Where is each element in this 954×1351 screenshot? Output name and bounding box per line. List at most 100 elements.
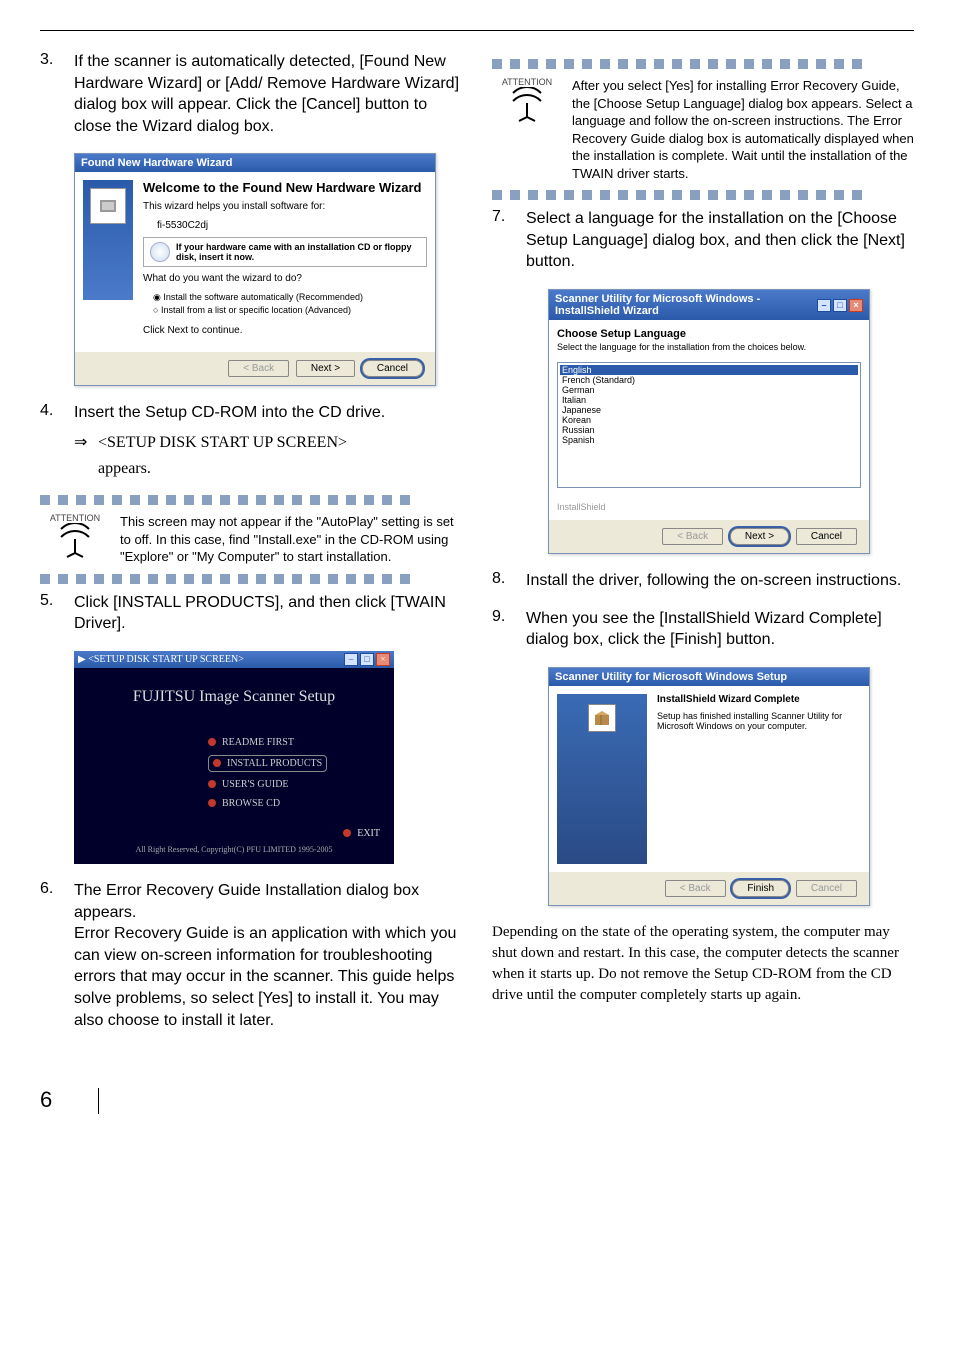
step-4: 4. Insert the Setup CD-ROM into the CD d… <box>40 402 462 479</box>
menu-browse-cd[interactable]: BROWSE CD <box>208 797 380 810</box>
lang-option[interactable]: English <box>560 365 858 375</box>
lang-option[interactable]: Spanish <box>560 435 858 445</box>
menu-users-guide[interactable]: USER'S GUIDE <box>208 778 380 791</box>
step-number: 3. <box>40 51 74 137</box>
close-icon[interactable]: × <box>849 299 863 312</box>
step4-sub1: <SETUP DISK START UP SCREEN> <box>98 432 347 454</box>
lang-option[interactable]: French (Standard) <box>560 375 858 385</box>
close-icon[interactable]: × <box>376 653 390 666</box>
top-rule <box>40 30 914 31</box>
radio-auto[interactable]: Install the software automatically (Reco… <box>153 292 427 303</box>
dialog-titlebar: Scanner Utility for Microsoft Windows - … <box>549 290 869 320</box>
dialog-footer: < Back Finish Cancel <box>549 872 869 905</box>
wizard-side-graphic <box>557 694 647 864</box>
lang-option[interactable]: Korean <box>560 415 858 425</box>
lang-heading: Choose Setup Language <box>557 328 861 340</box>
separator-squares <box>40 495 462 505</box>
finish-button[interactable]: Finish <box>732 880 789 897</box>
menu-exit[interactable]: EXIT <box>88 828 380 839</box>
attention-block-1: ATTENTION This screen may not appear if … <box>40 513 462 566</box>
left-column: 3. If the scanner is automatically detec… <box>40 51 462 1047</box>
lang-option[interactable]: Japanese <box>560 405 858 415</box>
maximize-icon[interactable]: □ <box>360 653 374 666</box>
minimize-icon[interactable]: – <box>344 653 358 666</box>
cd-warning-box: If your hardware came with an installati… <box>143 237 427 267</box>
cd-icon <box>150 242 170 262</box>
page: 3. If the scanner is automatically detec… <box>0 0 954 1154</box>
step-5: 5. Click [INSTALL PRODUCTS], and then cl… <box>40 592 462 635</box>
back-button[interactable]: < Back <box>228 360 289 377</box>
step-9: 9. When you see the [InstallShield Wizar… <box>492 608 914 651</box>
maximize-icon[interactable]: □ <box>833 299 847 312</box>
step-6: 6. The Error Recovery Guide Installation… <box>40 880 462 1031</box>
attention-text: After you select [Yes] for installing Er… <box>572 77 914 182</box>
lang-option[interactable]: Russian <box>560 425 858 435</box>
separator-squares <box>492 59 914 69</box>
right-column: ATTENTION After you select [Yes] for ins… <box>492 51 914 1047</box>
separator-squares <box>40 574 462 584</box>
dialog-titlebar: Found New Hardware Wizard <box>75 154 435 172</box>
cancel-button[interactable]: Cancel <box>796 528 857 545</box>
dialog-body: Choose Setup Language Select the languag… <box>549 320 869 520</box>
setup-copyright: All Right Reserved, Copyright(C) PFU LIM… <box>88 845 380 854</box>
wizard-sub: This wizard helps you install software f… <box>143 201 427 212</box>
window-buttons: – □ × <box>344 653 390 666</box>
wizard-question: What do you want the wizard to do? <box>143 273 427 284</box>
window-buttons: – □ × <box>817 299 863 312</box>
step-7: 7. Select a language for the installatio… <box>492 208 914 273</box>
separator-squares <box>492 190 914 200</box>
next-button[interactable]: Next > <box>730 528 789 545</box>
setup-titlebar: ▶ <SETUP DISK START UP SCREEN> – □ × <box>74 651 394 668</box>
found-new-hardware-dialog: Found New Hardware Wizard Welcome to the… <box>74 153 436 386</box>
lang-option[interactable]: German <box>560 385 858 395</box>
step-number: 9. <box>492 608 526 651</box>
closing-paragraph: Depending on the state of the operating … <box>492 922 914 1006</box>
dialog-body: Welcome to the Found New Hardware Wizard… <box>75 172 435 352</box>
attention-block-2: ATTENTION After you select [Yes] for ins… <box>492 77 914 182</box>
cancel-button[interactable]: Cancel <box>362 360 423 377</box>
back-button[interactable]: < Back <box>665 880 726 897</box>
choose-setup-language-dialog: Scanner Utility for Microsoft Windows - … <box>548 289 870 554</box>
dialog-footer: < Back Next > Cancel <box>549 520 869 553</box>
step-number: 4. <box>40 402 74 479</box>
wizard-side-graphic <box>83 180 133 300</box>
attention-icon: ATTENTION <box>40 513 110 566</box>
next-button[interactable]: Next > <box>296 360 355 377</box>
attention-icon: ATTENTION <box>492 77 562 182</box>
attention-label: ATTENTION <box>50 513 100 523</box>
step-number: 5. <box>40 592 74 635</box>
dialog-body: InstallShield Wizard Complete Setup has … <box>549 686 869 872</box>
complete-body: Setup has finished installing Scanner Ut… <box>657 711 861 731</box>
minimize-icon[interactable]: – <box>817 299 831 312</box>
lang-option[interactable]: Italian <box>560 395 858 405</box>
cancel-button[interactable]: Cancel <box>796 880 857 897</box>
menu-install-products[interactable]: INSTALL PRODUCTS <box>208 755 327 772</box>
setup-wintitle: <SETUP DISK START UP SCREEN> <box>88 654 244 665</box>
device-model: fi-5530C2dj <box>157 220 427 231</box>
step-text: If the scanner is automatically detected… <box>74 51 462 137</box>
step-3: 3. If the scanner is automatically detec… <box>40 51 462 137</box>
menu-readme[interactable]: README FIRST <box>208 736 380 749</box>
dialog-footer: < Back Next > Cancel <box>75 352 435 385</box>
wizard-continue: Click Next to continue. <box>143 325 427 336</box>
step-text: Insert the Setup CD-ROM into the CD driv… <box>74 402 462 479</box>
box-icon <box>588 704 616 732</box>
step-number: 7. <box>492 208 526 273</box>
step-number: 8. <box>492 570 526 592</box>
wizard-heading: Welcome to the Found New Hardware Wizard <box>143 180 427 195</box>
dialog-title-text: Found New Hardware Wizard <box>81 157 232 169</box>
step4-sub2: appears. <box>98 458 462 480</box>
language-listbox[interactable]: English French (Standard) German Italian… <box>557 362 861 488</box>
page-number: 6 <box>40 1087 914 1114</box>
page-number-value: 6 <box>40 1087 52 1112</box>
step-text: Click [INSTALL PRODUCTS], and then click… <box>74 592 462 635</box>
attention-text: This screen may not appear if the "AutoP… <box>120 513 462 566</box>
back-button[interactable]: < Back <box>662 528 723 545</box>
wizard-complete-dialog: Scanner Utility for Microsoft Windows Se… <box>548 667 870 906</box>
step-text: When you see the [InstallShield Wizard C… <box>526 608 914 651</box>
dialog-title-text: Scanner Utility for Microsoft Windows Se… <box>555 671 787 683</box>
hardware-icon <box>96 194 120 218</box>
step-number: 6. <box>40 880 74 1031</box>
page-number-divider <box>98 1088 99 1114</box>
radio-advanced[interactable]: Install from a list or specific location… <box>153 305 427 315</box>
